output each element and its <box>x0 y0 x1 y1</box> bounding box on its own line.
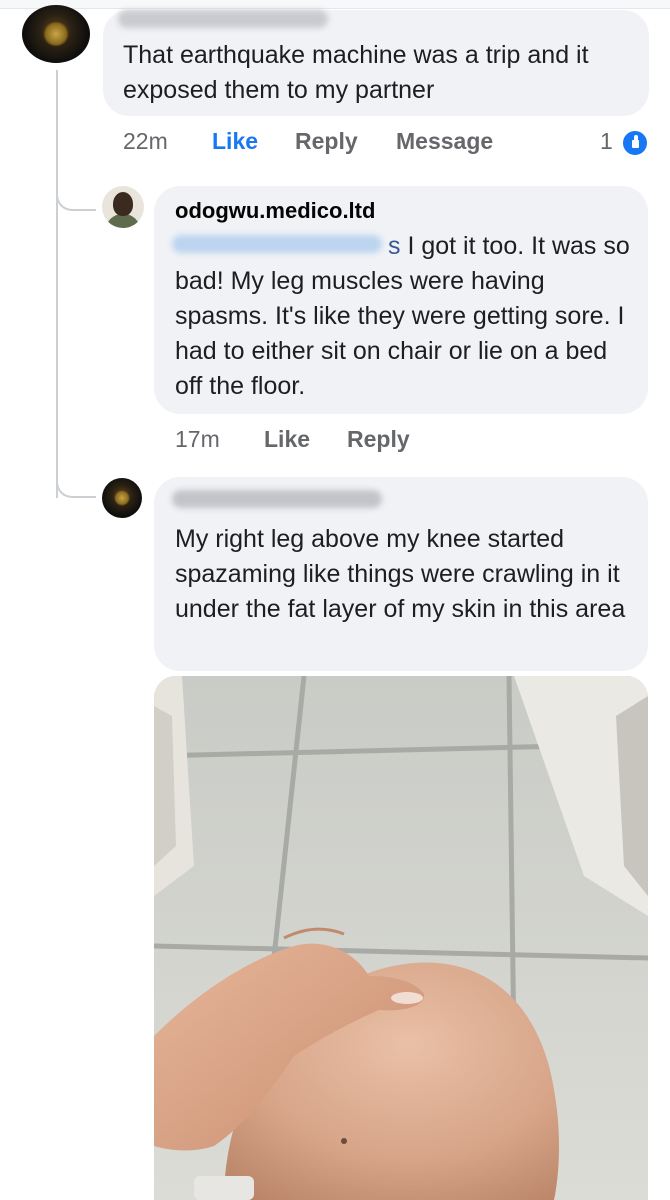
redacted-author-name <box>172 490 382 508</box>
thread-connector <box>56 480 96 498</box>
avatar[interactable] <box>102 478 142 518</box>
avatar[interactable] <box>22 5 90 63</box>
comment-actions: 22m Like Reply Message 1 <box>0 128 670 160</box>
like-icon[interactable] <box>621 129 649 157</box>
attached-photo[interactable] <box>154 676 648 1200</box>
like-button[interactable]: Like <box>264 426 310 453</box>
reply-text: My right leg above my knee started spaza… <box>175 525 626 623</box>
avatar[interactable] <box>102 186 144 228</box>
message-button[interactable]: Message <box>396 128 493 155</box>
reaction-count[interactable]: 1 <box>600 128 613 155</box>
top-divider <box>0 0 670 9</box>
avatar-shoulders <box>106 214 140 228</box>
reply-time[interactable]: 17m <box>175 426 220 453</box>
reply-actions: 17m Like Reply <box>0 426 670 458</box>
reply-button[interactable]: Reply <box>295 128 358 155</box>
redacted-author-name <box>118 10 328 28</box>
like-button[interactable]: Like <box>212 128 258 155</box>
thread-connector <box>56 193 96 211</box>
reply-text: I got it too. It was so bad! My leg musc… <box>175 232 630 400</box>
reply-text-block: s I got it too. It was so bad! My leg mu… <box>175 229 640 404</box>
mention-suffix[interactable]: s <box>388 232 401 260</box>
photo-illustration <box>154 676 648 1200</box>
comment-time[interactable]: 22m <box>123 128 168 155</box>
reply-button[interactable]: Reply <box>347 426 410 453</box>
avatar-head <box>113 192 133 216</box>
author-name[interactable]: odogwu.medico.ltd <box>175 198 375 224</box>
comment-text: That earthquake machine was a trip and i… <box>123 41 589 104</box>
